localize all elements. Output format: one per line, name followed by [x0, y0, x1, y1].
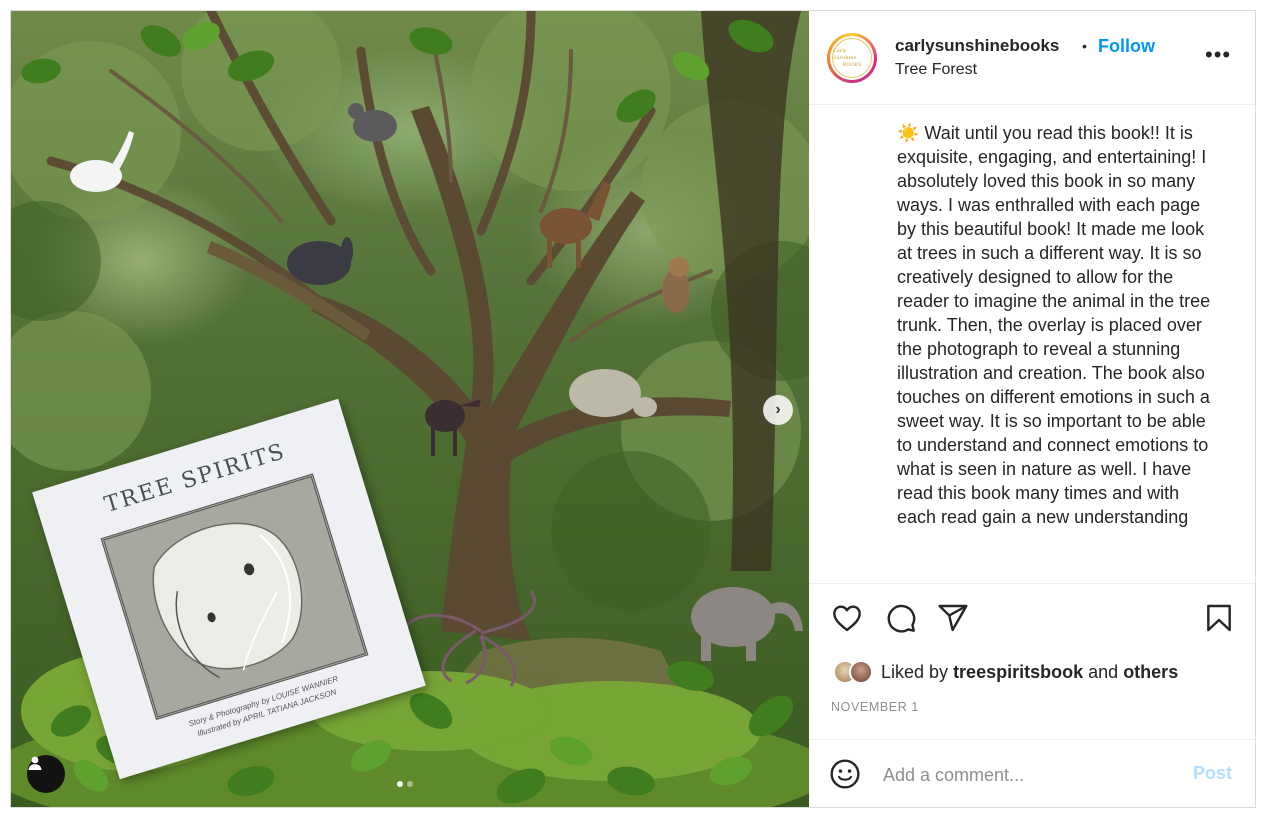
- post-date[interactable]: NOVEMBER 1: [831, 700, 919, 714]
- post-header: Carly Sunshine BOOKS carlysunshinebooks …: [809, 11, 1255, 105]
- share-button[interactable]: [937, 602, 969, 639]
- brand-logo-bottom: BOOKS: [842, 61, 862, 68]
- carousel-indicator: [397, 781, 413, 787]
- save-button[interactable]: [1203, 602, 1235, 639]
- like-button[interactable]: [831, 602, 863, 639]
- brand-logo-top: Carly Sunshine: [833, 47, 857, 61]
- follow-button[interactable]: Follow: [1098, 36, 1155, 57]
- avatar[interactable]: Carly Sunshine BOOKS: [827, 33, 877, 83]
- carousel-dot-active: [397, 781, 403, 787]
- comment-button[interactable]: [885, 602, 917, 639]
- emoji-icon: [830, 759, 860, 789]
- chevron-right-icon: ›: [775, 401, 781, 418]
- heart-icon: [833, 605, 861, 632]
- separator-dot: •: [1082, 38, 1087, 54]
- likes-summary: Liked by treespiritsbook and others: [833, 659, 1178, 685]
- more-options-button[interactable]: •••: [1205, 42, 1232, 67]
- elephant: [691, 587, 803, 661]
- post-caption: ☀️ Wait until you read this book!! It is…: [897, 123, 1211, 527]
- comment-input[interactable]: [881, 760, 1185, 790]
- share-icon: [938, 604, 968, 632]
- rabbit: [287, 237, 353, 285]
- sparrow: [662, 257, 690, 313]
- avatar-inner: Carly Sunshine BOOKS: [830, 36, 874, 80]
- brand-logo: Carly Sunshine BOOKS: [832, 38, 872, 78]
- user-icon: [28, 756, 42, 770]
- comment-icon: [887, 604, 916, 633]
- post-side-panel: Carly Sunshine BOOKS carlysunshinebooks …: [809, 11, 1255, 807]
- post-dialog: TREE SPIRITS Story & Photography by LOUI…: [10, 10, 1256, 808]
- likes-text: Liked by treespiritsbook and others: [881, 662, 1178, 683]
- post-media[interactable]: TREE SPIRITS Story & Photography by LOUI…: [11, 11, 809, 807]
- liker-username-link[interactable]: treespiritsbook: [953, 662, 1083, 682]
- likes-prefix: Liked by: [881, 661, 949, 682]
- username-link[interactable]: carlysunshinebooks: [895, 36, 1059, 56]
- location-link[interactable]: Tree Forest: [895, 61, 977, 79]
- tagged-users-button[interactable]: [27, 755, 65, 793]
- next-slide-button[interactable]: ›: [763, 395, 793, 425]
- lamb-illustration: [152, 522, 303, 679]
- comment-bar: Post: [809, 739, 1255, 807]
- likes-conjunction: and: [1088, 661, 1119, 682]
- more-icon: •••: [1205, 42, 1232, 67]
- carousel-dot: [407, 781, 413, 787]
- likes-others-link[interactable]: others: [1123, 662, 1178, 682]
- post-comment-button[interactable]: Post: [1193, 763, 1232, 784]
- bookmark-icon: [1207, 604, 1231, 632]
- emoji-button[interactable]: [829, 758, 861, 795]
- liker-avatar[interactable]: [849, 660, 873, 684]
